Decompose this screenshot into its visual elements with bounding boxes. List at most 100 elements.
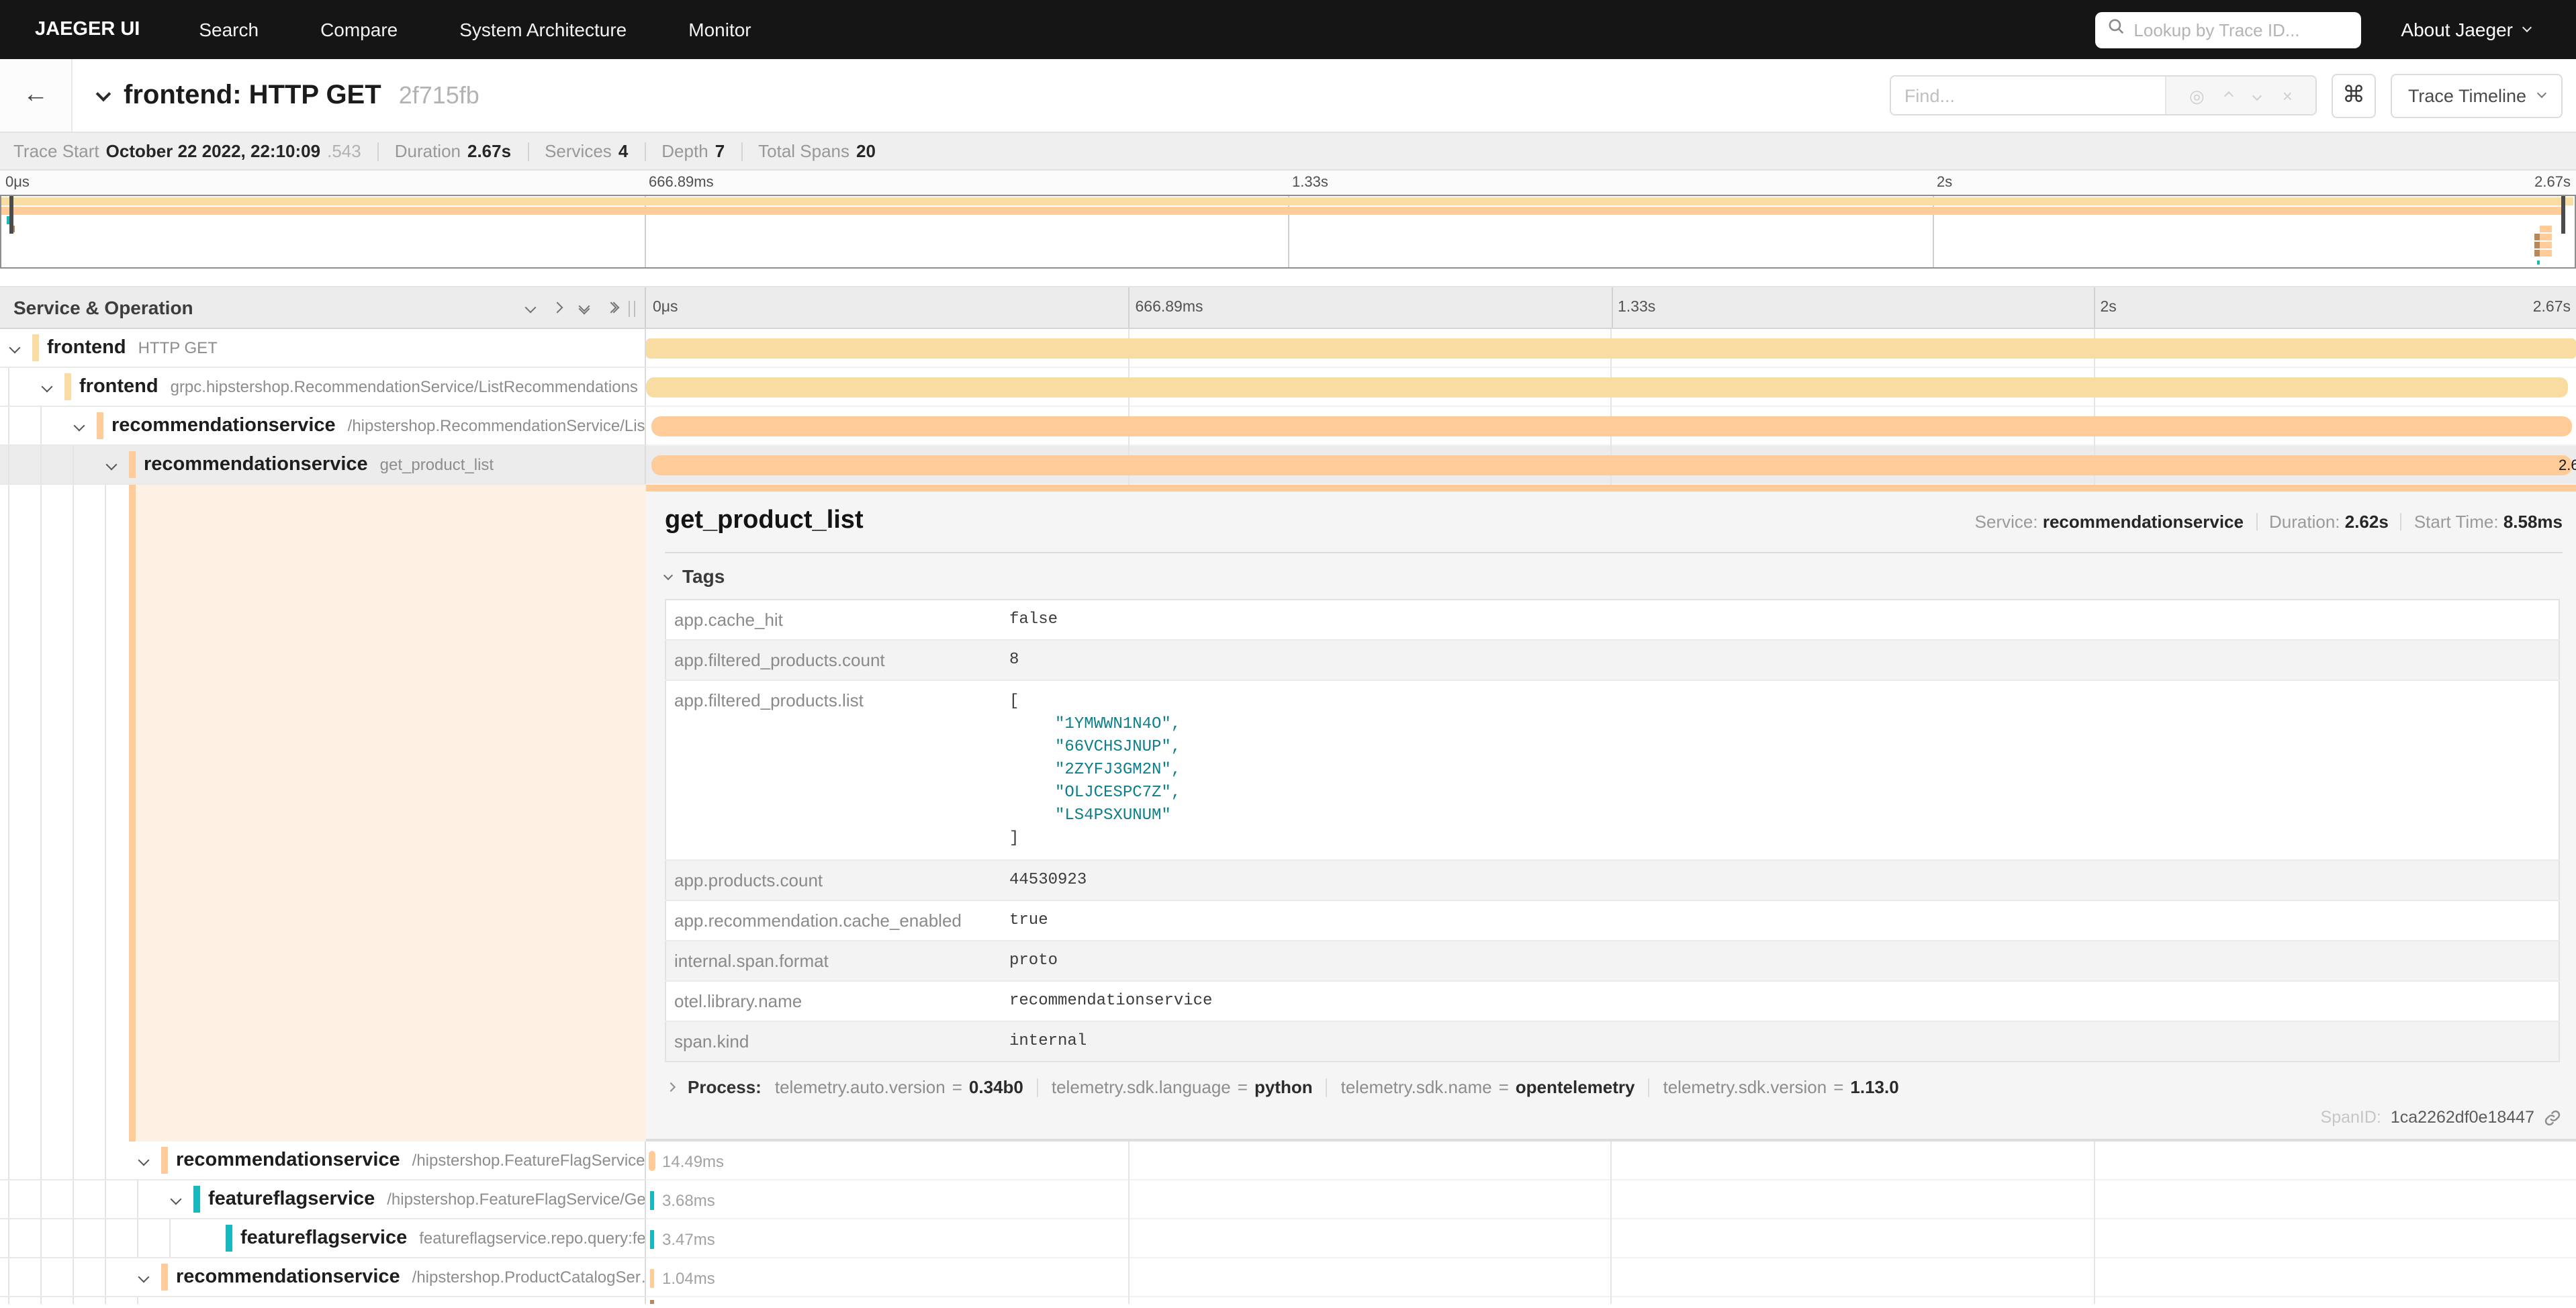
service-color-bar bbox=[129, 451, 136, 478]
trace-title-group[interactable]: frontend: HTTP GET 2f715fb bbox=[73, 59, 1890, 132]
nav-item-monitor[interactable]: Monitor bbox=[688, 19, 751, 40]
span-detail-tint bbox=[136, 485, 646, 1141]
back-button[interactable]: ← bbox=[0, 59, 73, 132]
brand-logo[interactable]: JAEGER UI bbox=[35, 19, 140, 40]
minimap-span-bar bbox=[1, 197, 2573, 205]
clear-find-icon[interactable]: × bbox=[2283, 87, 2293, 104]
span-tree-item[interactable]: featureflagservice featureflagservice.re… bbox=[0, 1219, 646, 1258]
chevron-down-icon[interactable] bbox=[138, 1272, 150, 1283]
axis-gridline bbox=[2094, 287, 2095, 328]
span-detail-left-gutter bbox=[0, 485, 646, 1141]
axis-gridline bbox=[1611, 287, 1612, 328]
trace-lookup-box bbox=[2095, 11, 2360, 48]
nav-item-compare[interactable]: Compare bbox=[320, 19, 398, 40]
tag-row: app.filtered_products.list [ "1YMWWN1N4O… bbox=[665, 680, 2559, 860]
chevron-down-icon[interactable] bbox=[42, 381, 53, 393]
span-tree-item[interactable]: recommendationservice /hipstershop.Featu… bbox=[0, 1141, 646, 1180]
span-duration-bar[interactable] bbox=[650, 1269, 653, 1288]
span-duration-bar[interactable] bbox=[646, 377, 2568, 398]
span-duration-bar[interactable] bbox=[651, 455, 2572, 475]
span-tree-item[interactable]: featureflagservice /hipstershop.FeatureF… bbox=[0, 1180, 646, 1219]
expand-one-icon[interactable] bbox=[552, 302, 563, 314]
span-duration-label: 14.49ms bbox=[662, 1152, 724, 1171]
link-icon[interactable] bbox=[2544, 1109, 2561, 1126]
tags-table: app.cache_hit false app.filtered_product… bbox=[665, 599, 2560, 1062]
chevron-down-icon[interactable] bbox=[171, 1194, 182, 1205]
service-color-bar bbox=[226, 1225, 232, 1252]
timeline-minimap[interactable] bbox=[0, 195, 2576, 269]
process-kv: telemetry.sdk.language=python bbox=[1052, 1077, 1313, 1097]
span-duration-bar[interactable] bbox=[649, 1151, 655, 1171]
span-duration-bar[interactable] bbox=[650, 1230, 654, 1249]
span-row-recommendation-list: recommendationservice /hipstershop.Recom… bbox=[0, 407, 2576, 446]
view-selector-dropdown[interactable]: Trace Timeline bbox=[2391, 73, 2563, 118]
trace-header-controls: ◎ × ⌘ Trace Timeline bbox=[1890, 59, 2576, 132]
operation-name: /hipstershop.FeatureFlagService… bbox=[412, 1151, 646, 1170]
focus-target-icon[interactable]: ◎ bbox=[2189, 87, 2205, 104]
nav-item-search[interactable]: Search bbox=[199, 19, 259, 40]
tags-section-toggle[interactable]: Tags bbox=[665, 565, 2563, 587]
minimap-span-bar bbox=[2540, 226, 2552, 232]
span-duration-bar[interactable] bbox=[650, 1300, 654, 1304]
process-kv: telemetry.sdk.name=opentelemetry bbox=[1341, 1077, 1635, 1097]
keyboard-shortcuts-button[interactable]: ⌘ bbox=[2332, 73, 2376, 118]
service-color-bar bbox=[32, 334, 39, 361]
span-duration-label: 3.68ms bbox=[662, 1191, 715, 1210]
operation-name: /hipstershop.ProductCatalogSer… bbox=[412, 1268, 646, 1287]
span-tree-item[interactable]: recommendationservice /hipstershop.Produ… bbox=[0, 1258, 646, 1297]
service-name: frontend bbox=[47, 337, 126, 359]
operation-name: grpc.hipstershop.RecommendationService/L… bbox=[171, 377, 638, 396]
minimap-tick: 2s bbox=[1937, 175, 1952, 191]
minimap-span-bar bbox=[2540, 242, 2552, 248]
collapse-all-icon[interactable] bbox=[580, 302, 588, 313]
about-jaeger-menu[interactable]: About Jaeger bbox=[2401, 19, 2530, 40]
tag-row: app.products.count 44530923 bbox=[665, 860, 2559, 900]
axis-tick: 2.67s bbox=[2533, 299, 2571, 316]
span-tree-item[interactable]: recommendationservice /hipstershop.Recom… bbox=[0, 407, 646, 446]
trace-id: 2f715fb bbox=[399, 81, 479, 109]
span-duration-bar[interactable] bbox=[650, 1191, 654, 1210]
span-id-value: 1ca2262df0e18447 bbox=[2391, 1108, 2534, 1127]
span-tree-item[interactable]: frontend grpc.hipstershop.Recommendation… bbox=[0, 368, 646, 407]
trace-services-count: Services4 bbox=[545, 141, 628, 161]
operation-name: featureflagservice.repo.query:fe… bbox=[419, 1229, 646, 1248]
span-row-productcatalog-call: recommendationservice /hipstershop.Produ… bbox=[0, 1258, 2576, 1297]
minimap-span-bar bbox=[2534, 250, 2540, 256]
span-detail-panel: get_product_list Service: recommendation… bbox=[646, 485, 2576, 1141]
span-tree-item[interactable]: recommendationservice get_product_list bbox=[0, 446, 646, 485]
collapse-trace-chevron-icon[interactable] bbox=[96, 86, 111, 101]
process-section-toggle[interactable]: Process: telemetry.auto.version=0.34b0 t… bbox=[665, 1077, 2563, 1097]
trace-summary-bar: Trace Start October 22 2022, 22:10:09.54… bbox=[0, 133, 2576, 171]
chevron-down-icon[interactable] bbox=[9, 342, 21, 354]
span-detail-row: get_product_list Service: recommendation… bbox=[0, 485, 2576, 1141]
process-kv: telemetry.auto.version=0.34b0 bbox=[775, 1077, 1023, 1097]
find-input[interactable] bbox=[1891, 77, 2165, 114]
service-name: recommendationservice bbox=[176, 1150, 400, 1171]
service-name: featureflagservice bbox=[208, 1188, 375, 1210]
axis-tick: 2s bbox=[2101, 299, 2117, 316]
timeline-axis-header: 0μs 666.89ms 1.33s 2s 2.67s bbox=[646, 287, 2576, 328]
span-tree-item[interactable] bbox=[0, 1297, 646, 1304]
find-next-icon[interactable] bbox=[2253, 91, 2262, 100]
trace-duration: Duration2.67s bbox=[395, 141, 511, 161]
minimap-range-handle-right[interactable] bbox=[2561, 196, 2565, 234]
trace-lookup-input[interactable] bbox=[2133, 19, 2348, 40]
minimap-span-bar bbox=[2534, 242, 2540, 248]
span-duration-bar[interactable] bbox=[646, 338, 2576, 359]
chevron-down-icon[interactable] bbox=[138, 1155, 150, 1166]
collapse-one-icon[interactable] bbox=[525, 302, 537, 314]
nav-item-system-architecture[interactable]: System Architecture bbox=[459, 19, 627, 40]
find-prev-icon[interactable] bbox=[2225, 91, 2234, 100]
timeline-column-headers: Service & Operation 0μs 666.89ms 1.33s 2… bbox=[0, 286, 2576, 329]
chevron-down-icon[interactable] bbox=[74, 420, 85, 432]
minimap-span-bar bbox=[1, 206, 2561, 214]
chevron-down-icon[interactable] bbox=[106, 459, 118, 471]
span-detail-top-accent bbox=[646, 485, 2576, 492]
column-resizer-handle[interactable] bbox=[629, 301, 635, 317]
minimap-range-handle-left[interactable] bbox=[9, 196, 13, 234]
tag-row: otel.library.name recommendationservice bbox=[665, 981, 2559, 1021]
span-tree-item[interactable]: frontend HTTP GET bbox=[0, 329, 646, 368]
span-duration-bar[interactable] bbox=[651, 416, 2572, 436]
back-arrow-icon: ← bbox=[23, 81, 48, 110]
expand-all-icon[interactable] bbox=[607, 303, 618, 312]
